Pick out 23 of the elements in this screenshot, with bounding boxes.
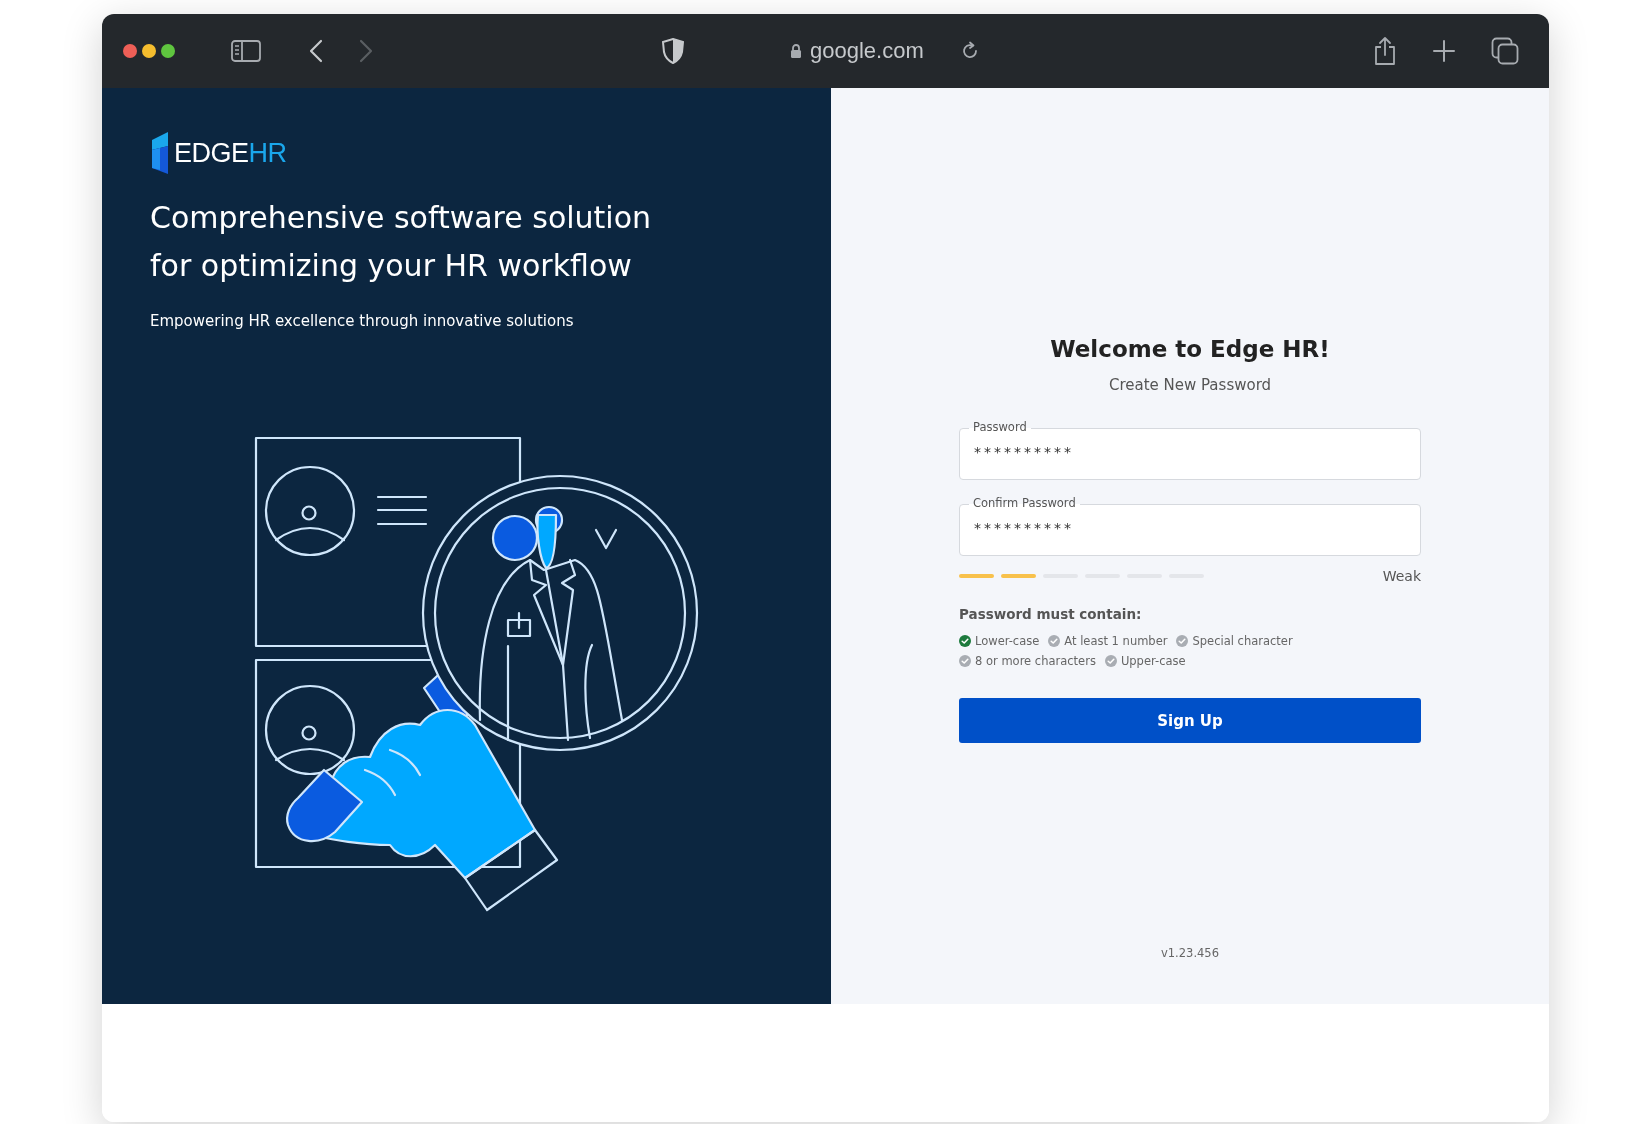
sidebar-icon[interactable] (231, 40, 261, 62)
back-icon[interactable] (309, 39, 323, 63)
form-title: Welcome to Edge HR! (1049, 336, 1331, 362)
logo-wordmark: EDGEHR (174, 137, 287, 169)
requirement-label: At least 1 number (1064, 634, 1168, 648)
lock-icon (790, 43, 802, 59)
logo-icon (150, 132, 170, 174)
headline: Comprehensive software solution for optimizing your HR workflow (150, 199, 653, 285)
requirements-title: Password must contain: (959, 606, 1143, 622)
new-tab-icon[interactable] (1433, 40, 1455, 62)
requirement-label: Upper-case (1120, 654, 1186, 668)
tagline: Empowering HR excellence through innovative solutions (150, 312, 575, 330)
form-subtitle: Create New Password (1107, 376, 1273, 394)
version-label: v1.23.456 (1161, 946, 1219, 960)
requirement-label: Special character (1192, 634, 1293, 648)
sign-up-button[interactable]: Sign Up (959, 698, 1421, 743)
requirement-label: 8 or more characters (975, 654, 1096, 668)
window-controls-icon[interactable] (122, 43, 176, 59)
shield-icon[interactable] (662, 38, 684, 64)
requirement-label: Lower-case (975, 634, 1040, 648)
strength-label: Weak (1382, 568, 1421, 584)
share-icon[interactable] (1373, 36, 1397, 66)
tabs-overview-icon[interactable] (1491, 37, 1519, 65)
